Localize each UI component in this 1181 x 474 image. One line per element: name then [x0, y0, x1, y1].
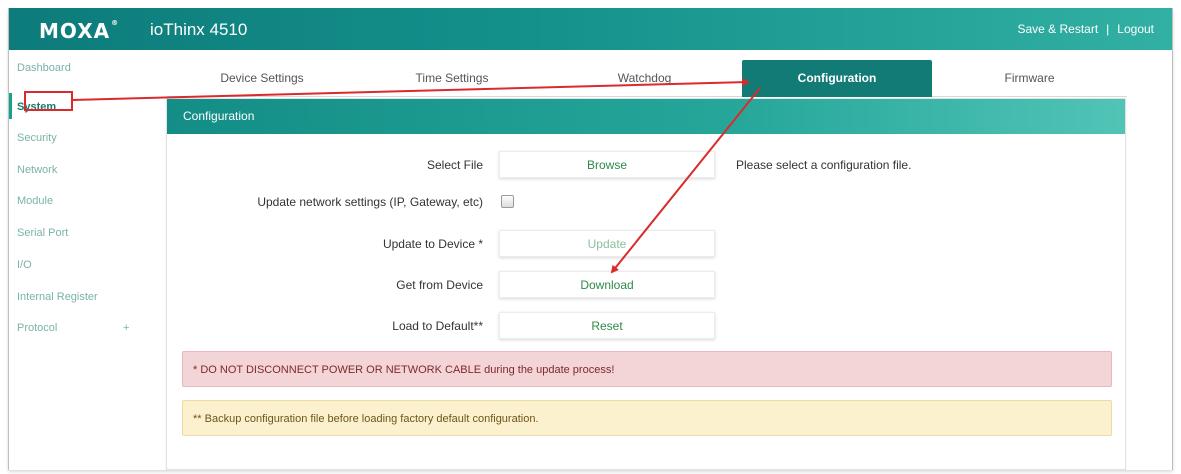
panel-title: Configuration	[167, 99, 1125, 134]
top-actions: Save & Restart | Logout	[1017, 22, 1154, 36]
warning-alert: ** Backup configuration file before load…	[182, 400, 1112, 436]
sidebar-item-dashboard[interactable]: Dashboard	[17, 62, 71, 74]
tab-firmware[interactable]: Firmware	[932, 60, 1127, 97]
sidebar-item-protocol[interactable]: Protocol +	[17, 322, 129, 334]
select-file-label: Select File	[426, 158, 483, 172]
tab-time-settings[interactable]: Time Settings	[357, 60, 547, 97]
get-from-device-label: Get from Device	[396, 278, 483, 292]
sidebar-item-serial-port[interactable]: Serial Port	[17, 227, 68, 239]
tab-configuration[interactable]: Configuration	[742, 60, 932, 97]
expand-plus-icon[interactable]: +	[123, 322, 129, 334]
product-name: ioThinx 4510	[150, 20, 248, 39]
download-button[interactable]: Download	[499, 271, 715, 298]
app-window: MOXA® ioThinx 4510 Save & Restart | Logout…	[8, 8, 1173, 470]
top-separator: |	[1106, 22, 1110, 36]
danger-alert: * DO NOT DISCONNECT POWER OR NETWORK CAB…	[182, 351, 1112, 387]
logo-registered-mark: ®	[111, 19, 120, 27]
tab-bar: Device Settings Time Settings Watchdog C…	[167, 60, 1127, 97]
logout-link[interactable]: Logout	[1117, 22, 1154, 36]
sidebar-item-network[interactable]: Network	[17, 164, 57, 176]
sidebar-item-internal-register[interactable]: Internal Register	[17, 291, 98, 303]
load-default-label: Load to Default**	[392, 319, 483, 333]
top-bar: MOXA® ioThinx 4510 Save & Restart | Logout	[9, 8, 1172, 50]
tab-device-settings[interactable]: Device Settings	[167, 60, 357, 97]
sidebar-item-module[interactable]: Module	[17, 195, 53, 207]
sidebar-item-label: Protocol	[17, 322, 58, 334]
update-button[interactable]: Update	[499, 230, 715, 257]
select-file-hint: Please select a configuration file.	[736, 158, 912, 172]
save-restart-link[interactable]: Save & Restart	[1017, 22, 1098, 36]
logo-text: MOXA	[39, 19, 111, 43]
update-device-label: Update to Device *	[382, 237, 483, 251]
update-network-checkbox[interactable]	[501, 195, 514, 208]
reset-button[interactable]: Reset	[499, 312, 715, 339]
configuration-panel: Configuration Select File Browse Please …	[166, 98, 1126, 470]
moxa-logo: MOXA®	[39, 19, 119, 43]
sidebar-item-io[interactable]: I/O	[17, 259, 32, 271]
sidebar: Dashboard System Security Network Module…	[9, 50, 149, 470]
tab-watchdog[interactable]: Watchdog	[547, 60, 742, 97]
browse-button[interactable]: Browse	[499, 151, 715, 178]
sidebar-item-security[interactable]: Security	[17, 132, 57, 144]
update-network-label: Update network settings (IP, Gateway, et…	[257, 195, 483, 209]
sidebar-active-indicator	[9, 93, 12, 119]
sidebar-item-system[interactable]: System	[17, 101, 56, 113]
